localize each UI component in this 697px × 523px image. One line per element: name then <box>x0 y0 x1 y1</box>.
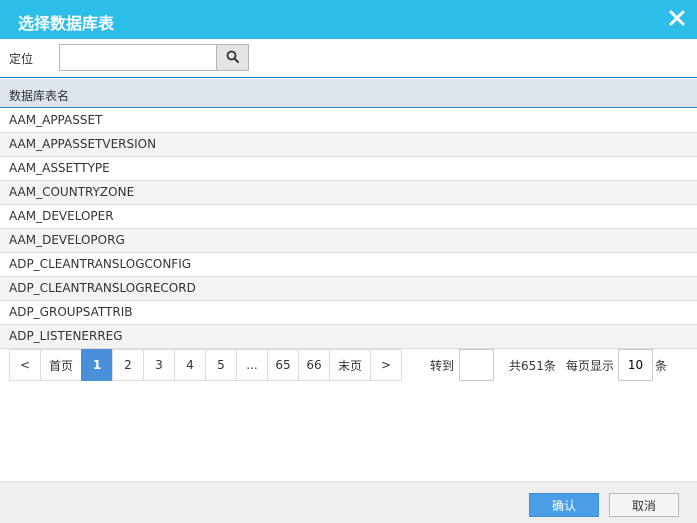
prev-page-button[interactable]: < <box>9 349 41 381</box>
page-button-5[interactable]: 5 <box>205 349 237 381</box>
dialog-titlebar: 选择数据库表 <box>0 0 697 39</box>
confirm-button[interactable]: 确认 <box>529 493 599 517</box>
close-icon[interactable] <box>667 8 687 28</box>
page-button-4[interactable]: 4 <box>174 349 206 381</box>
table-row[interactable]: AAM_ASSETTYPE <box>0 157 697 181</box>
dialog-footer: 确认 取消 <box>0 481 697 523</box>
table-row[interactable]: ADP_LISTENERREG <box>0 325 697 349</box>
table-row[interactable]: AAM_APPASSETVERSION <box>0 133 697 157</box>
table-row[interactable]: AAM_APPASSET <box>0 109 697 133</box>
table-row[interactable]: ADP_GROUPSATTRIB <box>0 301 697 325</box>
table-row[interactable]: ADP_CLEANTRANSLOGCONFIG <box>0 253 697 277</box>
search-label: 定位 <box>9 52 34 66</box>
goto-page-input[interactable] <box>459 349 494 381</box>
pagination: < 首页 1 2 3 4 5 ... 65 66 末页 > <box>9 349 402 381</box>
cancel-button[interactable]: 取消 <box>609 493 679 517</box>
search-row: 定位 <box>0 39 697 78</box>
page-ellipsis: ... <box>236 349 268 381</box>
page-button-3[interactable]: 3 <box>143 349 175 381</box>
per-page-label: 每页显示 <box>566 359 615 373</box>
table-header: 数据库表名 <box>0 79 697 108</box>
table-body: AAM_APPASSET AAM_APPASSETVERSION AAM_ASS… <box>0 109 697 349</box>
per-page-unit: 条 <box>655 359 668 373</box>
column-header-table-name: 数据库表名 <box>9 89 70 103</box>
page-button-65[interactable]: 65 <box>267 349 299 381</box>
total-count: 共651条 <box>509 359 556 373</box>
table-row[interactable]: ADP_CLEANTRANSLOGRECORD <box>0 277 697 301</box>
search-icon <box>226 50 239 66</box>
page-button-2[interactable]: 2 <box>112 349 144 381</box>
table-row[interactable]: AAM_DEVELOPORG <box>0 229 697 253</box>
next-page-button[interactable]: > <box>370 349 402 381</box>
page-button-1[interactable]: 1 <box>81 349 113 381</box>
per-page-input[interactable] <box>618 349 653 381</box>
search-input[interactable] <box>59 44 217 71</box>
last-page-button[interactable]: 末页 <box>329 349 371 381</box>
table-row[interactable]: AAM_COUNTRYZONE <box>0 181 697 205</box>
first-page-button[interactable]: 首页 <box>40 349 82 381</box>
goto-label: 转到 <box>430 359 455 373</box>
dialog-title: 选择数据库表 <box>18 14 115 33</box>
search-button[interactable] <box>216 44 249 71</box>
table-row[interactable]: AAM_DEVELOPER <box>0 205 697 229</box>
page-button-66[interactable]: 66 <box>298 349 330 381</box>
